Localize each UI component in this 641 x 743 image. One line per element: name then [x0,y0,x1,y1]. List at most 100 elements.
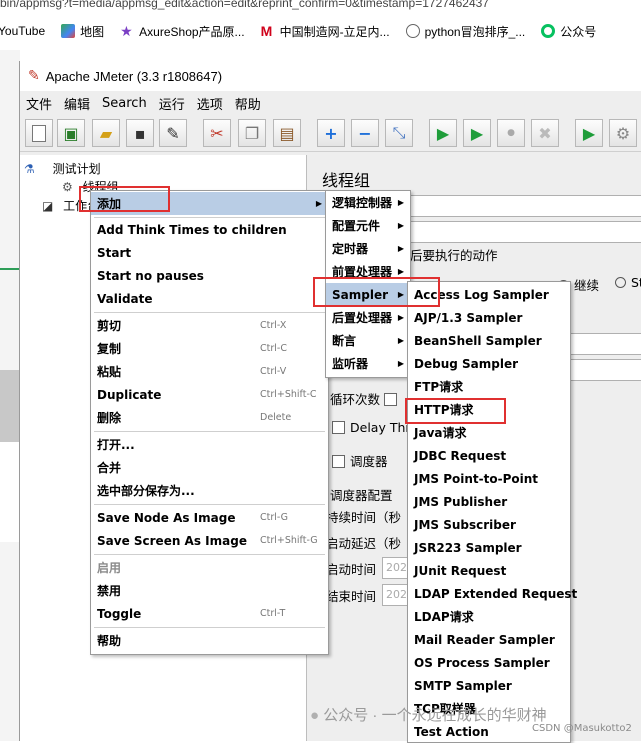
menu-file[interactable]: 文件 [26,94,52,113]
save-icon[interactable]: ▪ [126,119,154,147]
remote-icon[interactable]: ⚙ [609,119,637,147]
sampler-item[interactable]: Mail Reader Sampler [408,628,570,651]
loop-forever-checkbox[interactable] [384,393,397,406]
toolbar: ▣ ▰ ▪ ✎ ✂ ❐ ▤ + − ⤡ ▶ ▶ ● ✖ ▶ ⚙ [20,117,641,152]
name-field[interactable] [410,195,641,217]
submenu-item-post-processor[interactable]: 后置处理器 ▶ [326,306,410,329]
tree-node-test-plan[interactable]: ⚗ 测试计划 [24,160,101,177]
menu-item-save-screen-image[interactable]: Save Screen As Image Ctrl+Shift-G [91,529,328,552]
shutdown-icon[interactable]: ✖ [531,119,559,147]
menu-item-start[interactable]: Start [91,241,328,264]
menu-item-validate[interactable]: Validate [91,287,328,310]
context-menu: 添加 ▶ Add Think Times to children Start St… [90,190,329,655]
menu-item-start-no-pauses[interactable]: Start no pauses [91,264,328,287]
made-in-china-icon: M [260,23,273,39]
sampler-item[interactable]: Debug Sampler [408,352,570,375]
stop-radio[interactable]: St [615,275,641,290]
menu-item-merge[interactable]: 合并 [91,456,328,479]
watermark: ● 公众号 · 一个永远在成长的华财神 [310,707,547,724]
chevron-right-icon: ▶ [397,267,404,276]
sampler-item[interactable]: AJP/1.3 Sampler [408,306,570,329]
menu-separator [94,627,325,628]
templates-icon[interactable]: ▣ [57,119,85,147]
submenu-item-timer[interactable]: 定时器 ▶ [326,237,410,260]
menu-edit[interactable]: 编辑 [64,94,90,113]
gear-icon: ⚙ [62,180,73,194]
stop-icon[interactable]: ● [497,119,525,147]
menu-item-save-node-image[interactable]: Save Node As Image Ctrl-G [91,506,328,529]
new-icon[interactable] [25,119,53,147]
sampler-item[interactable]: FTP请求 [408,375,570,398]
menu-item-duplicate[interactable]: Duplicate Ctrl+Shift-C [91,383,328,406]
chevron-right-icon: ▶ [397,359,404,368]
sampler-item[interactable]: LDAP请求 [408,605,570,628]
menu-options[interactable]: 选项 [197,94,223,113]
map-icon [61,24,76,38]
save-as-icon[interactable]: ✎ [159,119,187,147]
globe-icon [405,24,420,38]
menu-item-disable[interactable]: 禁用 [91,579,328,602]
menu-run[interactable]: 运行 [159,94,185,113]
bookmark-gongzhonghao[interactable]: 公众号 [541,23,596,40]
sampler-item[interactable]: JMS Publisher [408,490,570,513]
paste-icon[interactable]: ▤ [273,119,301,147]
url-fragment[interactable]: bin/appmsg?t=media/appmsg_edit&action=ed… [0,0,489,12]
menu-item-cut[interactable]: 剪切 Ctrl-X [91,314,328,337]
end-time-label: 结束时间 [326,589,377,604]
sampler-item[interactable]: JDBC Request [408,444,570,467]
remote-start-icon[interactable]: ▶ [575,119,603,147]
chevron-right-icon: ▶ [397,336,404,345]
comment-field[interactable] [410,221,641,243]
submenu-item-listener[interactable]: 监听器 ▶ [326,352,410,375]
menu-search[interactable]: Search [102,96,147,111]
sampler-item[interactable]: JMS Point-to-Point [408,467,570,490]
copy-icon[interactable]: ❐ [238,119,266,147]
menu-item-toggle[interactable]: Toggle Ctrl-T [91,602,328,625]
bookmark-youtube[interactable]: YouTube [0,24,45,38]
cut-icon[interactable]: ✂ [203,119,231,147]
start-no-pauses-icon[interactable]: ▶ [463,119,491,147]
sampler-item[interactable]: JMS Subscriber [408,513,570,536]
scheduler-config-label: 调度器配置 [330,488,393,503]
sampler-item[interactable]: BeanShell Sampler [408,329,570,352]
sampler-item[interactable]: SMTP Sampler [408,674,570,697]
chevron-right-icon: ▶ [397,221,404,230]
bookmarks-bar: YouTube 地图 ★ AxureShop产品原... M 中国制造网-立足内..… [0,20,641,42]
annotation-box-http [405,398,506,424]
submenu-item-config-element[interactable]: 配置元件 ▶ [326,214,410,237]
menu-item-open[interactable]: 打开... [91,433,328,456]
loop-label: 循环次数 [330,389,402,408]
sampler-item[interactable]: LDAP Extended Request [408,582,577,605]
menu-item-help[interactable]: 帮助 [91,629,328,652]
bookmark-axureshop[interactable]: ★ AxureShop产品原... [120,23,244,40]
menu-item-add-think-times[interactable]: Add Think Times to children [91,218,328,241]
start-icon[interactable]: ▶ [429,119,457,147]
menu-item-copy[interactable]: 复制 Ctrl-C [91,337,328,360]
open-icon[interactable]: ▰ [92,119,120,147]
bookmark-map[interactable]: 地图 [61,23,104,40]
duration-label: 持续时间（秒 [326,510,402,525]
collapse-icon[interactable]: − [351,119,379,147]
sampler-item[interactable]: Java请求 [408,421,570,444]
menu-item-delete[interactable]: 删除 Delete [91,406,328,429]
start-time-label: 启动时间 [326,562,377,577]
sampler-item[interactable]: JUnit Request [408,559,570,582]
feather-icon: ✎ [28,68,40,84]
submenu-item-assertion[interactable]: 断言 ▶ [326,329,410,352]
submenu-item-logic-controller[interactable]: 逻辑控制器 ▶ [326,191,410,214]
action-label: 后要执行的动作 [410,248,498,263]
toggle-icon[interactable]: ⤡ [385,119,413,147]
menu-item-save-selection[interactable]: 选中部分保存为... [91,479,328,502]
annotation-box-sampler [313,277,440,307]
scheduler-checkbox[interactable]: 调度器 [332,451,388,470]
menu-item-paste[interactable]: 粘贴 Ctrl-V [91,360,328,383]
bookmark-python[interactable]: python冒泡排序_... [405,23,525,40]
bookmark-made-in-china[interactable]: M 中国制造网-立足内... [261,23,390,40]
menu-help[interactable]: 帮助 [235,94,261,113]
background-green-line [0,268,20,270]
expand-icon[interactable]: + [317,119,345,147]
chevron-right-icon: ▶ [397,198,404,207]
sampler-item[interactable]: JSR223 Sampler [408,536,570,559]
menu-separator [94,554,325,555]
sampler-item[interactable]: OS Process Sampler [408,651,570,674]
